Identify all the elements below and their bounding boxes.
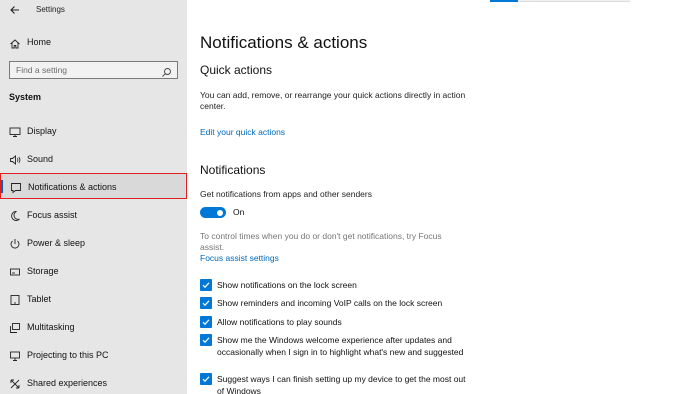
power-icon (9, 237, 21, 249)
checkbox-label: Show me the Windows welcome experience a… (217, 335, 464, 357)
shared-experiences-icon (9, 377, 21, 389)
checkbox-reminders-voip[interactable]: Show reminders and incoming VoIP calls o… (200, 297, 470, 311)
toggle-knob (217, 209, 223, 216)
home-nav-item[interactable]: Home (0, 34, 187, 52)
page-title: Notifications & actions (200, 33, 368, 52)
checkbox-lock-screen-notifications[interactable]: Show notifications on the lock screen (200, 279, 470, 293)
sidebar-item-label: Projecting to this PC (27, 350, 109, 360)
quick-actions-heading: Quick actions (200, 63, 273, 77)
sidebar-item-power-sleep[interactable]: Power & sleep (0, 230, 187, 256)
sidebar-item-label: Multitasking (27, 322, 75, 332)
sidebar-item-display[interactable]: Display (0, 118, 187, 144)
checkbox-checked[interactable] (200, 334, 212, 346)
home-label: Home (27, 37, 52, 47)
checkbox-finish-setup[interactable]: Suggest ways I can finish setting up my … (200, 373, 470, 394)
sidebar-item-shared-experiences[interactable]: Shared experiences (0, 370, 187, 394)
checkbox-checked[interactable] (200, 373, 212, 385)
checkbox-welcome-experience[interactable]: Show me the Windows welcome experience a… (200, 334, 470, 370)
tablet-icon (9, 293, 21, 305)
sidebar-item-sound[interactable]: Sound (0, 146, 187, 172)
sidebar-section-system: System (9, 92, 42, 102)
top-accent-bar (490, 0, 518, 2)
checkbox-label: Allow notifications to play sounds (217, 317, 342, 327)
main-content: Notifications & actions Quick actions Yo… (187, 0, 700, 394)
home-icon (9, 37, 21, 49)
sidebar-item-storage[interactable]: Storage (0, 258, 187, 284)
checkbox-play-sounds[interactable]: Allow notifications to play sounds (200, 316, 470, 330)
checkbox-checked[interactable] (200, 297, 212, 309)
checkbox-label: Show notifications on the lock screen (217, 280, 357, 290)
toggle-state-label: On (233, 207, 245, 217)
sidebar-item-label: Sound (27, 154, 54, 164)
edit-quick-actions-link[interactable]: Edit your quick actions (200, 127, 285, 137)
back-arrow-icon[interactable] (8, 3, 22, 17)
sidebar: Settings Home Find a setting System Disp… (0, 0, 187, 394)
sidebar-item-label: Notifications & actions (28, 182, 117, 192)
checkbox-checked[interactable] (200, 316, 212, 328)
focus-assist-settings-link[interactable]: Focus assist settings (200, 253, 279, 263)
focus-assist-hint: To control times when you do or don't ge… (200, 231, 442, 252)
sidebar-item-tablet[interactable]: Tablet (0, 286, 187, 312)
notifications-toggle[interactable] (200, 207, 226, 218)
sidebar-item-notifications-actions[interactable]: Notifications & actions (0, 173, 187, 199)
search-input[interactable]: Find a setting (9, 61, 178, 79)
notification-icon (10, 181, 22, 194)
checkbox-label: Show reminders and incoming VoIP calls o… (217, 298, 443, 308)
notifications-heading: Notifications (200, 163, 266, 177)
sidebar-item-label: Focus assist (27, 210, 78, 220)
projecting-icon (9, 349, 21, 361)
checkbox-label: Suggest ways I can finish setting up my … (217, 374, 466, 394)
search-icon[interactable] (161, 65, 172, 77)
sidebar-item-label: Storage (27, 266, 59, 276)
checkbox-checked[interactable] (200, 279, 212, 291)
sidebar-item-focus-assist[interactable]: Focus assist (0, 202, 187, 228)
quick-actions-description: You can add, remove, or rearrange your q… (200, 90, 466, 111)
sidebar-item-label: Shared experiences (27, 378, 108, 388)
sidebar-item-projecting[interactable]: Projecting to this PC (0, 342, 187, 368)
sidebar-item-label: Tablet (27, 294, 52, 304)
sidebar-item-multitasking[interactable]: Multitasking (0, 314, 187, 340)
speaker-icon (9, 153, 21, 165)
search-placeholder: Find a setting (16, 65, 68, 75)
top-strip (518, 0, 630, 2)
selection-accent (1, 180, 3, 193)
notifications-toggle-caption: Get notifications from apps and other se… (200, 189, 372, 199)
multitasking-icon (9, 321, 21, 333)
app-title: Settings (36, 5, 65, 14)
storage-icon (9, 265, 21, 277)
title-bar: Settings (0, 0, 187, 22)
monitor-icon (9, 125, 21, 137)
moon-icon (9, 209, 21, 221)
sidebar-item-label: Power & sleep (27, 238, 86, 248)
sidebar-item-label: Display (27, 126, 57, 136)
